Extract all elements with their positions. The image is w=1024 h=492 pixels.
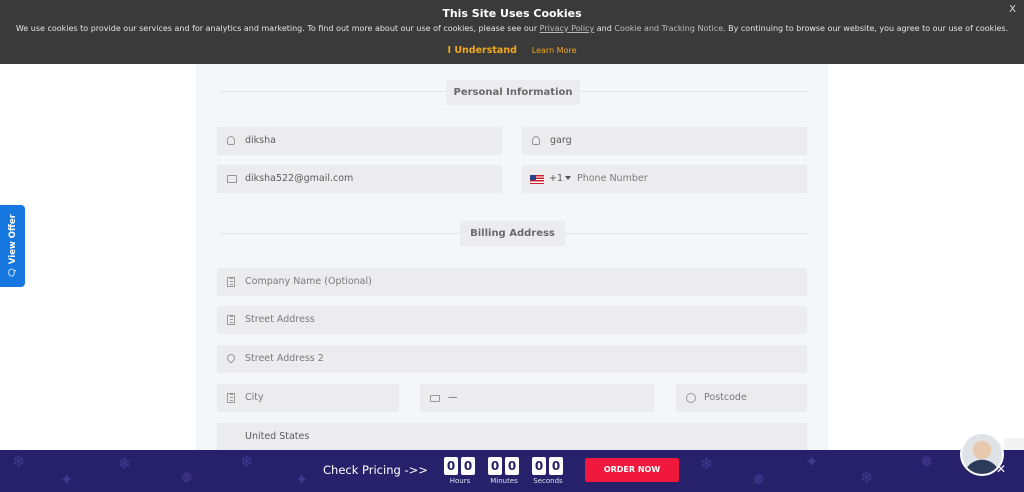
first-name-value: diksha (245, 135, 276, 146)
building-icon (227, 277, 235, 287)
city-field[interactable]: City (217, 384, 399, 412)
city-placeholder: City (245, 392, 264, 403)
street2-placeholder: Street Address 2 (245, 353, 324, 364)
cookie-close-button[interactable]: X (1009, 4, 1016, 15)
first-name-field[interactable]: diksha (217, 127, 502, 155)
cookie-text-before: We use cookies to provide our services a… (15, 24, 540, 33)
seconds-label: Seconds (533, 477, 563, 485)
snowflake-icon: ❄ (860, 468, 874, 487)
cookie-text-after: . By continuing to browse our website, y… (723, 24, 1009, 33)
snowflake-icon: ❅ (752, 470, 766, 489)
email-value: diksha522@gmail.com (245, 173, 354, 184)
check-pricing-text: Check Pricing ->> (323, 463, 428, 477)
postcode-placeholder: Postcode (704, 392, 747, 403)
promo-bar: ❄ ✦ ❄ ❅ ❄ ✦ ❄ ❅ ✦ ❄ ❅ Check Pricing ->> … (0, 450, 1024, 492)
snowflake-icon: ❄ (118, 454, 132, 473)
snowflake-icon: ❅ (920, 452, 934, 471)
cookie-title: This Site Uses Cookies (442, 7, 582, 20)
phone-field[interactable]: +1 Phone Number (522, 165, 807, 193)
order-now-button[interactable]: ORDER NOW (585, 458, 679, 482)
hours-label: Hours (449, 477, 471, 485)
postcode-field[interactable]: Postcode (676, 384, 807, 412)
user-icon (227, 136, 235, 145)
countdown-digit: 0 (532, 457, 546, 475)
email-field[interactable]: diksha522@gmail.com (217, 165, 502, 193)
learn-more-link[interactable]: Learn More (532, 46, 577, 55)
chevron-down-icon[interactable] (565, 176, 571, 180)
cookie-text: We use cookies to provide our services a… (0, 24, 1024, 33)
street-address-2-field[interactable]: Street Address 2 (217, 345, 807, 373)
map-pin-icon (225, 352, 237, 364)
snowflake-icon: ❄ (240, 452, 254, 471)
billing-address-heading: Billing Address (460, 221, 565, 246)
cookie-actions: I Understand Learn More (0, 45, 1024, 56)
countdown-digit: 0 (461, 457, 475, 475)
view-offer-text: View Offer (7, 214, 18, 265)
checkout-form: Personal Information diksha garg diksha5… (196, 64, 828, 451)
phone-dial-code[interactable]: +1 (549, 165, 563, 193)
cookie-banner: This Site Uses Cookies We use cookies to… (0, 0, 1024, 64)
state-select[interactable]: — (420, 384, 654, 412)
us-flag-icon[interactable] (530, 175, 544, 184)
street-placeholder: Street Address (245, 314, 315, 325)
last-name-value: garg (550, 135, 572, 146)
view-offer-label: 🗨 View Offer (8, 214, 18, 278)
building-icon (227, 393, 235, 403)
support-avatar[interactable] (960, 432, 1004, 476)
countdown-digit: 0 (549, 457, 563, 475)
company-name-field[interactable]: Company Name (Optional) (217, 268, 807, 296)
last-name-field[interactable]: garg (522, 127, 807, 155)
company-placeholder: Company Name (Optional) (245, 276, 372, 287)
snowflake-icon: ❄ (12, 452, 26, 471)
street-address-field[interactable]: Street Address (217, 306, 807, 334)
countdown-digit: 0 (488, 457, 502, 475)
snowflake-icon: ❅ (180, 468, 194, 487)
view-offer-tab[interactable]: 🗨 View Offer (0, 205, 25, 287)
building-icon (227, 315, 235, 325)
circle-icon (686, 393, 696, 403)
cookie-text-and: and (594, 24, 615, 33)
privacy-policy-link[interactable]: Privacy Policy (540, 24, 595, 33)
envelope-icon (227, 175, 237, 183)
minutes-label: Minutes (490, 477, 518, 485)
phone-placeholder: Phone Number (577, 173, 648, 184)
snowflake-icon: ✦ (805, 452, 819, 471)
chat-icon: 🗨 (7, 267, 18, 278)
chat-widget-edge (1004, 438, 1024, 450)
countdown-digit: 0 (444, 457, 458, 475)
cookie-notice-link[interactable]: Cookie and Tracking Notice (614, 24, 723, 33)
state-value: — (448, 392, 458, 403)
countdown-digit: 0 (505, 457, 519, 475)
snowflake-icon: ✦ (60, 470, 74, 489)
snowflake-icon: ✦ (295, 470, 309, 489)
user-icon (532, 136, 540, 145)
i-understand-button[interactable]: I Understand (447, 45, 516, 56)
chat-bubble-icon (430, 395, 440, 402)
snowflake-icon: ❄ (700, 454, 714, 473)
country-select[interactable]: United States (217, 423, 807, 451)
personal-information-heading: Personal Information (446, 80, 580, 105)
country-value: United States (245, 431, 310, 442)
